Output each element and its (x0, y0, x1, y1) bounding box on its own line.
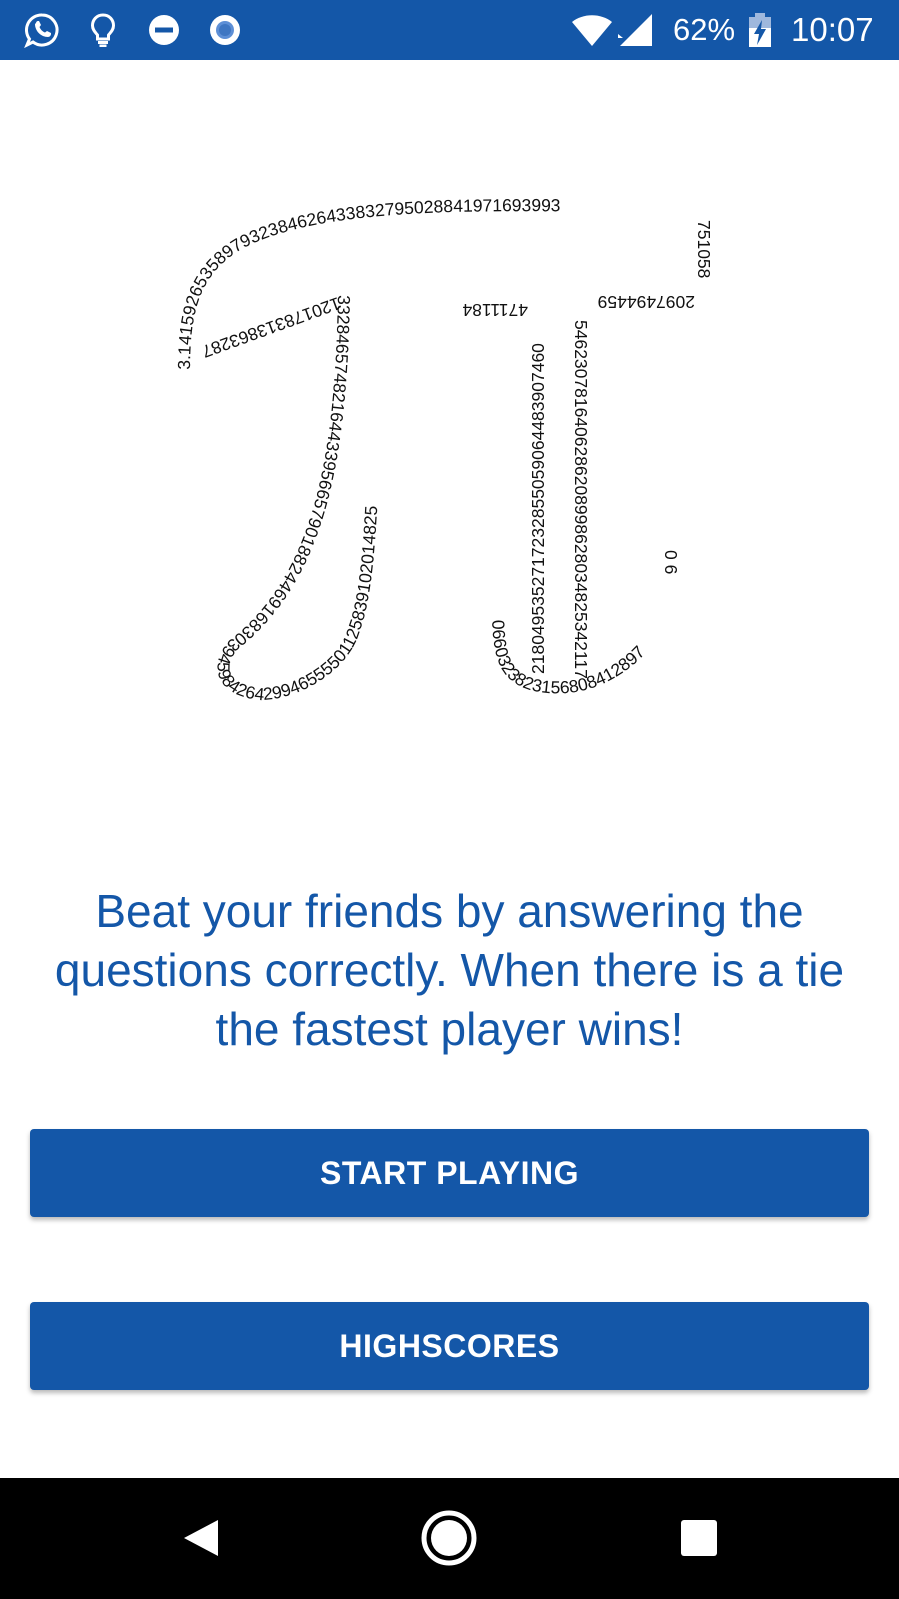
battery-charging-icon (749, 13, 771, 47)
pi-middle-curve-text: 0660323823156808412897 (488, 619, 649, 697)
navigation-bar (0, 1478, 899, 1599)
do-not-disturb-icon (149, 15, 179, 45)
battery-percent: 62% (673, 12, 736, 47)
start-playing-button[interactable]: START PLAYING (30, 1129, 869, 1217)
wifi-icon (572, 15, 612, 46)
tagline: Beat your friends by answering the quest… (54, 885, 845, 1055)
whatsapp-icon (24, 13, 59, 48)
pi-left-leg-text: 3328465748216443395665790188244691683039… (213, 295, 381, 704)
back-icon (184, 1520, 218, 1556)
clock-time: 10:07 (791, 11, 874, 48)
lightbulb-icon (90, 13, 116, 47)
screen: 62% 10:07 3.1415926535897932384626433832… (0, 0, 899, 1599)
status-bar: 62% 10:07 (0, 0, 899, 60)
recents-icon (681, 1520, 717, 1556)
home-icon (421, 1510, 477, 1566)
recents-button[interactable] (667, 1506, 731, 1570)
record-icon (210, 15, 240, 45)
pi-right-under-text: 2097494459 (598, 292, 695, 312)
pi-right-leg-text: 5462307816406286208998628034825342117 (571, 320, 591, 679)
pi-middle-leg-text: 2180495352717232855059064483907460 (528, 343, 548, 674)
cell-signal-icon (618, 14, 652, 46)
pi-right-tail-text: 751058 (694, 220, 714, 278)
pi-right-end-text: 0 6 (661, 550, 681, 574)
highscores-button[interactable]: HIGHSCORES (30, 1302, 869, 1390)
pi-digits-logo: 3.14159265358979323846264338327950288419… (174, 195, 714, 704)
pi-left-inner-text: 120178313863287 (199, 293, 343, 362)
back-button[interactable] (168, 1506, 232, 1570)
pi-middle-top-text: 4711184 (462, 300, 528, 320)
home-button[interactable] (417, 1506, 481, 1570)
